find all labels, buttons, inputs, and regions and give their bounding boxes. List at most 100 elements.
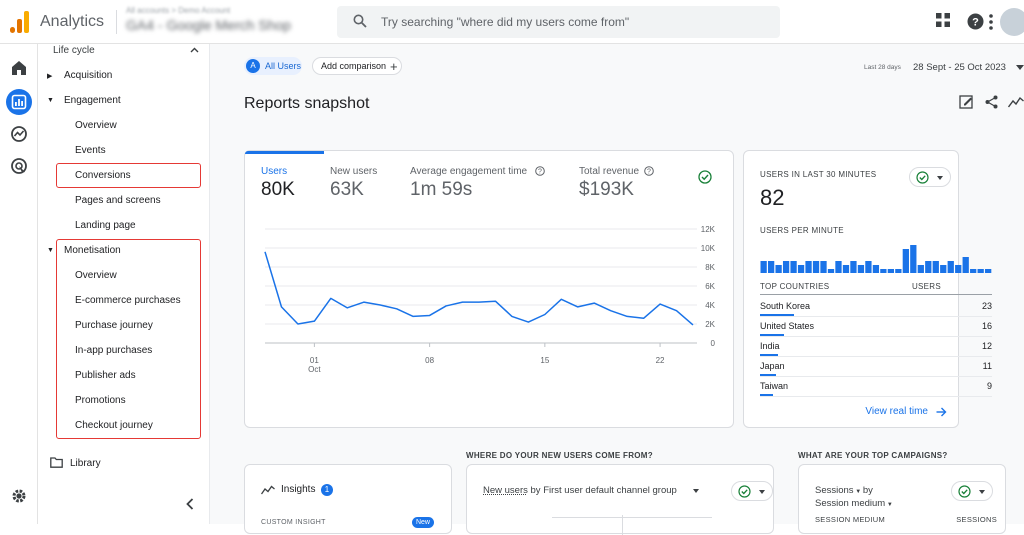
per-minute-bar — [962, 257, 969, 273]
sessions-col-header: SESSIONS — [956, 515, 997, 524]
help-outline-icon[interactable]: ? — [535, 166, 545, 176]
metrics-chart-card: Users 80K New users 63K Average engageme… — [244, 150, 734, 428]
per-minute-bar — [865, 261, 872, 273]
new-users-dim[interactable]: by First user default channel group — [531, 485, 677, 496]
nav-engagement[interactable]: Engagement — [64, 95, 121, 106]
share-icon[interactable] — [985, 95, 998, 109]
campaigns-dim[interactable]: Session medium — [815, 498, 885, 509]
apps-grid-icon[interactable] — [935, 12, 951, 28]
table-row[interactable]: South Korea 23 — [760, 301, 992, 321]
table-row[interactable]: India 12 — [760, 341, 992, 361]
arrow-right-icon[interactable] — [936, 407, 947, 417]
settings-icon[interactable] — [9, 486, 29, 506]
campaigns-heading: WHAT ARE YOUR TOP CAMPAIGNS? — [798, 451, 948, 460]
app-title: Analytics — [40, 13, 105, 30]
metric-label-users[interactable]: Users — [261, 166, 287, 177]
chevron-up-icon[interactable] — [190, 47, 199, 53]
metric-label-engagement-time[interactable]: Average engagement time — [410, 166, 527, 177]
new-users-heading: WHERE DO YOUR NEW USERS COME FROM? — [466, 451, 653, 460]
account-switcher[interactable]: All accounts > Demo Account GA4 - Google… — [126, 6, 326, 33]
expand-caret-icon[interactable]: ▶ — [47, 72, 52, 80]
reports-icon — [11, 94, 27, 110]
main-content: A All Users Add comparison + Last 28 day… — [210, 44, 1024, 535]
campaigns-status-dropdown[interactable] — [951, 481, 993, 501]
table-row[interactable]: Taiwan 9 — [760, 381, 992, 401]
segment-badge: A — [246, 59, 260, 73]
metric-label-revenue[interactable]: Total revenue — [579, 166, 639, 177]
realtime-value: 82 — [760, 185, 785, 210]
chevron-down-icon[interactable] — [1016, 65, 1024, 70]
row-divider — [760, 356, 992, 357]
campaigns-dimension-selector[interactable]: Session medium ▼ — [815, 498, 893, 509]
per-minute-bar — [767, 261, 775, 273]
check-circle-icon[interactable] — [698, 170, 712, 184]
x-tick-label: Oct — [308, 365, 321, 374]
nav-engagement-overview[interactable]: Overview — [75, 120, 117, 131]
home-icon[interactable] — [9, 58, 29, 78]
help-outline-icon[interactable]: ? — [644, 166, 654, 176]
left-rail — [0, 44, 38, 524]
nav-landing-page[interactable]: Landing page — [75, 220, 136, 231]
x-tick-label: 01 — [310, 356, 319, 365]
nav-pages-and-screens[interactable]: Pages and screens — [75, 195, 161, 206]
campaigns-by: by — [862, 485, 873, 496]
check-circle-icon — [958, 485, 971, 498]
lifecycle-section-header[interactable]: Life cycle — [53, 45, 95, 56]
help-icon[interactable]: ? — [967, 13, 984, 30]
x-tick-label: 22 — [656, 356, 665, 365]
segment-chip[interactable]: A All Users — [244, 57, 302, 75]
collapse-panel-icon[interactable] — [186, 498, 194, 510]
country-share-bar — [760, 394, 773, 396]
new-users-dimension-selector[interactable]: New users by First user default channel … — [483, 485, 677, 496]
metric-value-engagement-time: 1m 59s — [410, 179, 473, 200]
per-minute-bar — [857, 265, 865, 273]
campaigns-metric-selector[interactable]: Sessions ▼ by — [815, 485, 873, 496]
country-users: 23 — [981, 301, 992, 311]
new-users-status-dropdown[interactable] — [731, 481, 773, 501]
session-medium-col-header: SESSION MEDIUM — [815, 515, 886, 524]
per-minute-bar — [775, 265, 782, 273]
y-tick-label: 0 — [711, 339, 716, 348]
per-minute-bar — [790, 261, 797, 273]
country-users: 11 — [982, 361, 992, 371]
nav-library[interactable]: Library — [70, 458, 101, 469]
per-minute-bar — [880, 269, 887, 273]
table-row[interactable]: United States 16 — [760, 321, 992, 341]
collapse-caret-icon[interactable]: ▼ — [47, 97, 54, 104]
table-row[interactable]: Japan 11 — [760, 361, 992, 381]
metric-value-users: 80K — [261, 179, 295, 200]
realtime-status-dropdown[interactable] — [909, 167, 951, 187]
nav-events[interactable]: Events — [75, 145, 106, 156]
collapse-caret-icon[interactable]: ▼ — [47, 247, 54, 254]
search-input[interactable] — [381, 12, 771, 32]
conversions-highlight-box — [56, 163, 201, 188]
users-line-chart: 12K 10K 8K 6K 4K 2K 0 01Oct 08 15 22 — [264, 225, 716, 374]
new-users-metric[interactable]: New users — [483, 485, 528, 496]
metric-label-new-users[interactable]: New users — [330, 166, 377, 177]
add-comparison-label: Add comparison — [321, 61, 387, 71]
chevron-down-icon[interactable] — [693, 489, 699, 493]
svg-text:?: ? — [538, 169, 542, 176]
per-minute-bar — [805, 261, 812, 273]
view-realtime-link[interactable]: View real time — [865, 406, 928, 417]
analytics-logo[interactable] — [10, 11, 30, 33]
country-share-bar — [760, 334, 784, 336]
row-divider — [760, 316, 992, 317]
per-minute-bar — [797, 265, 805, 273]
insights-count-badge: 1 — [321, 484, 333, 496]
more-vert-icon[interactable] — [988, 13, 994, 31]
search-bar[interactable] — [337, 6, 780, 38]
explore-icon[interactable] — [9, 124, 29, 144]
nav-acquisition[interactable]: Acquisition — [64, 70, 112, 81]
campaigns-metric[interactable]: Sessions — [815, 485, 854, 496]
avatar[interactable] — [1000, 8, 1024, 36]
date-range-picker[interactable]: 28 Sept - 25 Oct 2023 — [913, 62, 1006, 73]
advertising-icon[interactable] — [9, 156, 29, 176]
add-comparison-button[interactable]: Add comparison + — [312, 57, 402, 75]
insights-sparkline-icon — [261, 485, 275, 495]
country-users: 9 — [986, 381, 992, 391]
insights-sparkline-icon[interactable] — [1008, 96, 1024, 108]
country-users: 12 — [981, 341, 992, 351]
edit-report-icon[interactable] — [959, 94, 974, 109]
account-breadcrumb: All accounts > Demo Account — [126, 6, 231, 15]
